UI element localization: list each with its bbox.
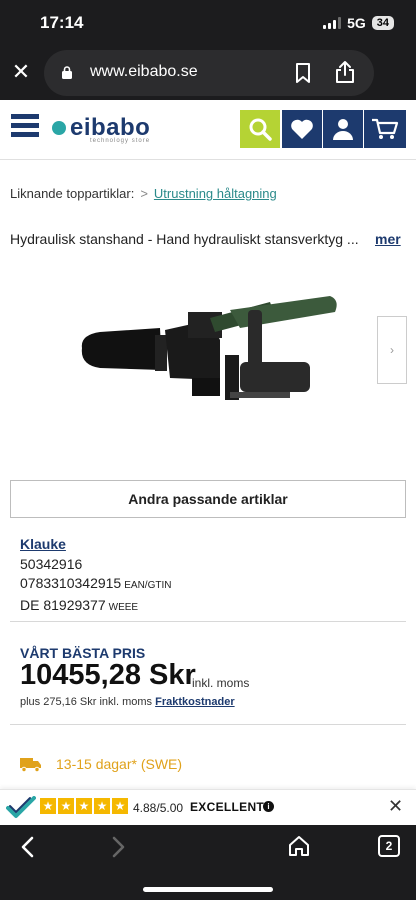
lock-icon <box>62 66 72 79</box>
browser-toolbar: ✕ www.eibabo.se <box>0 46 416 100</box>
chevron-right-icon: > <box>140 186 148 201</box>
breadcrumb-link[interactable]: Utrustning håltagning <box>154 186 277 201</box>
share-icon[interactable] <box>334 60 356 84</box>
breadcrumb-label: Liknande toppartiklar: <box>10 186 135 201</box>
home-indicator <box>143 887 273 892</box>
address-bar[interactable]: www.eibabo.se <box>44 50 374 96</box>
rating-label: EXCELLENT <box>190 800 265 814</box>
gallery-next-button[interactable]: › <box>377 316 407 384</box>
user-icon <box>333 119 353 140</box>
close-icon[interactable]: ✕ <box>10 61 32 83</box>
divider <box>10 621 406 622</box>
bookmark-icon[interactable] <box>294 63 312 83</box>
star-icon: ★ <box>76 798 92 814</box>
tabs-icon[interactable]: 2 <box>378 835 400 857</box>
status-bar: 17:14 5G 34 <box>0 0 416 46</box>
rating-stars: ★ ★ ★ ★ ★ <box>40 798 128 814</box>
shipping-link[interactable]: Fraktkostnader <box>155 696 234 708</box>
breadcrumb: Liknande toppartiklar: > Utrustning hålt… <box>10 186 277 201</box>
forward-icon[interactable] <box>108 835 128 859</box>
alternative-articles-button[interactable]: Andra passande artiklar <box>10 480 406 518</box>
cart-button[interactable] <box>364 110 406 148</box>
logo-tagline: technology store <box>90 138 151 144</box>
product-image[interactable] <box>70 290 350 420</box>
star-icon: ★ <box>40 798 56 814</box>
home-icon[interactable] <box>288 835 310 857</box>
signal-icon <box>323 17 342 29</box>
ean-value: 0783310342915 <box>20 575 122 591</box>
price-value: 10455,28 Skr <box>20 659 196 691</box>
battery-icon: 34 <box>371 16 394 30</box>
status-indicators: 5G 34 <box>323 15 394 31</box>
divider <box>10 724 406 725</box>
shipping-info: plus 275,16 Skr inkl. moms Fraktkostnade… <box>20 696 235 708</box>
search-button[interactable] <box>240 110 280 148</box>
weee-value: DE 81929377 <box>20 596 106 613</box>
star-icon: ★ <box>58 798 74 814</box>
ean-label: EAN/GTIN <box>124 580 172 591</box>
price-vat: inkl. moms <box>192 676 250 690</box>
chevron-right-icon: › <box>390 343 394 357</box>
site-header: eibabo technology store <box>0 100 416 160</box>
status-time: 17:14 <box>40 13 84 32</box>
cart-icon <box>372 118 399 139</box>
star-icon: ★ <box>94 798 110 814</box>
shipping-text: plus 275,16 Skr inkl. moms <box>20 696 153 708</box>
truck-icon <box>20 758 41 772</box>
menu-icon[interactable] <box>11 114 39 142</box>
star-icon: ★ <box>112 798 128 814</box>
logo-mark <box>52 121 66 135</box>
delivery-info: 13-15 dagar* (SWE) <box>20 756 182 772</box>
wishlist-button[interactable] <box>282 110 322 148</box>
more-link[interactable]: mer <box>375 231 401 247</box>
network-label: 5G <box>347 15 366 31</box>
info-icon[interactable]: i <box>263 801 274 812</box>
account-button[interactable] <box>323 110 363 148</box>
trust-badge-bar[interactable]: ★ ★ ★ ★ ★ 4.88/5.00 EXCELLENT i ✕ <box>0 789 416 825</box>
close-icon[interactable]: ✕ <box>388 796 403 817</box>
back-icon[interactable] <box>18 835 38 859</box>
ean-row: 0783310342915 EAN/GTIN <box>20 574 171 596</box>
product-title: Hydraulisk stanshand - Hand hydrauliskt … <box>10 231 359 247</box>
weee-label: WEEE <box>108 601 139 613</box>
trusted-shops-check-icon <box>6 796 36 818</box>
rating-value: 4.88/5.00 <box>133 801 184 815</box>
browser-bottom-bar: 2 <box>0 825 416 900</box>
weee-row: DE 81929377 WEEE <box>20 596 171 618</box>
brand-link[interactable]: Klauke <box>20 535 171 555</box>
url-text: www.eibabo.se <box>90 63 198 80</box>
heart-icon <box>291 119 313 139</box>
article-number: 50342916 <box>20 555 83 572</box>
product-details: Klauke 50342916 0783310342915 EAN/GTIN DE… <box>20 535 171 617</box>
delivery-text: 13-15 dagar* (SWE) <box>56 756 183 772</box>
search-icon <box>249 118 272 141</box>
